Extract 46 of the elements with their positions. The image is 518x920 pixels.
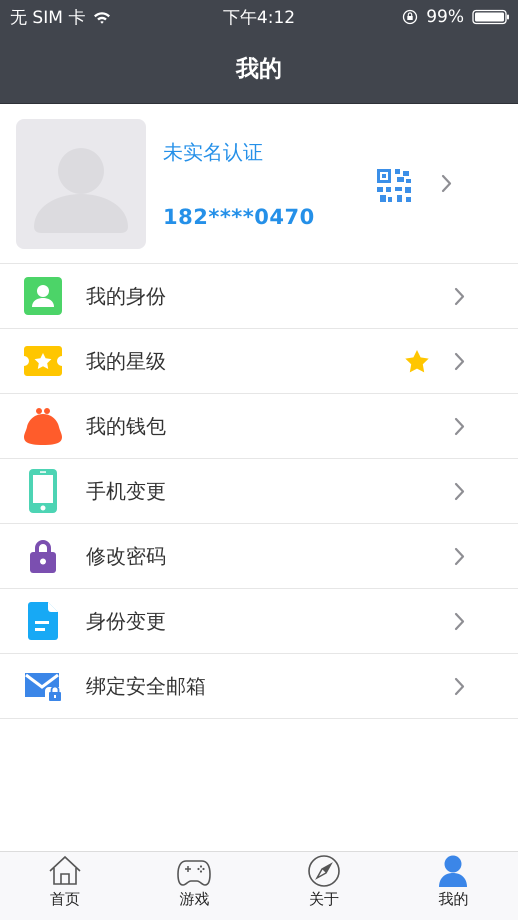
mobile-phone-icon (29, 469, 57, 513)
menu-item-label: 我的星级 (86, 348, 166, 374)
chevron-right-icon (454, 482, 465, 500)
menu-row[interactable]: 修改密码 (0, 524, 518, 589)
star-ticket-icon (24, 346, 62, 376)
battery-percent-text: 99% (426, 7, 464, 27)
clock-text: 下午4:12 (222, 6, 296, 28)
avatar-placeholder-icon (16, 118, 146, 248)
chevron-right-icon (454, 676, 465, 696)
menu-item-label: 绑定安全邮箱 (86, 672, 206, 700)
envelope-lock-icon (25, 671, 61, 701)
chevron-right-icon (454, 612, 465, 630)
house-icon (48, 854, 82, 888)
menu-row[interactable]: 我的钱包 (0, 394, 518, 459)
tab-button[interactable]: 首页 (42, 852, 88, 920)
chevron-right-icon (441, 174, 452, 193)
page-title: 我的 (236, 55, 282, 84)
chevron-right-icon (454, 286, 465, 306)
menu-item-label: 身份变更 (86, 608, 166, 634)
document-icon (28, 602, 58, 640)
wifi-icon (93, 10, 112, 24)
tab-button[interactable]: 游戏 (171, 852, 218, 920)
padlock-icon (30, 539, 56, 573)
rotation-lock-icon (402, 9, 418, 25)
chevron-right-icon (454, 416, 465, 436)
menu-item-label: 修改密码 (86, 542, 166, 570)
menu-row[interactable]: 手机变更 (0, 459, 518, 524)
battery-icon (472, 9, 510, 25)
qr-code-icon[interactable] (377, 169, 411, 202)
menu-row[interactable]: 我的身份 (0, 264, 518, 329)
carrier-text: 无 SIM 卡 (10, 6, 86, 28)
phone-number-text: 182****0470 (163, 204, 316, 228)
chevron-right-icon (454, 352, 465, 370)
menu-item-label: 我的身份 (86, 282, 166, 310)
menu-row[interactable]: 绑定安全邮箱 (0, 654, 518, 719)
purse-icon (24, 407, 62, 445)
chevron-right-icon (454, 546, 465, 566)
tab-button[interactable]: 我的 (430, 852, 476, 920)
menu-row[interactable]: 我的星级 (0, 329, 518, 394)
verification-status-text: 未实名认证 (163, 138, 264, 166)
menu-item-label: 我的钱包 (86, 412, 166, 440)
compass-icon (306, 854, 341, 888)
menu-row[interactable]: 身份变更 (0, 589, 518, 654)
person-card-icon (24, 277, 62, 315)
tab-button[interactable]: 关于 (300, 852, 347, 920)
menu-item-label: 手机变更 (86, 478, 166, 504)
